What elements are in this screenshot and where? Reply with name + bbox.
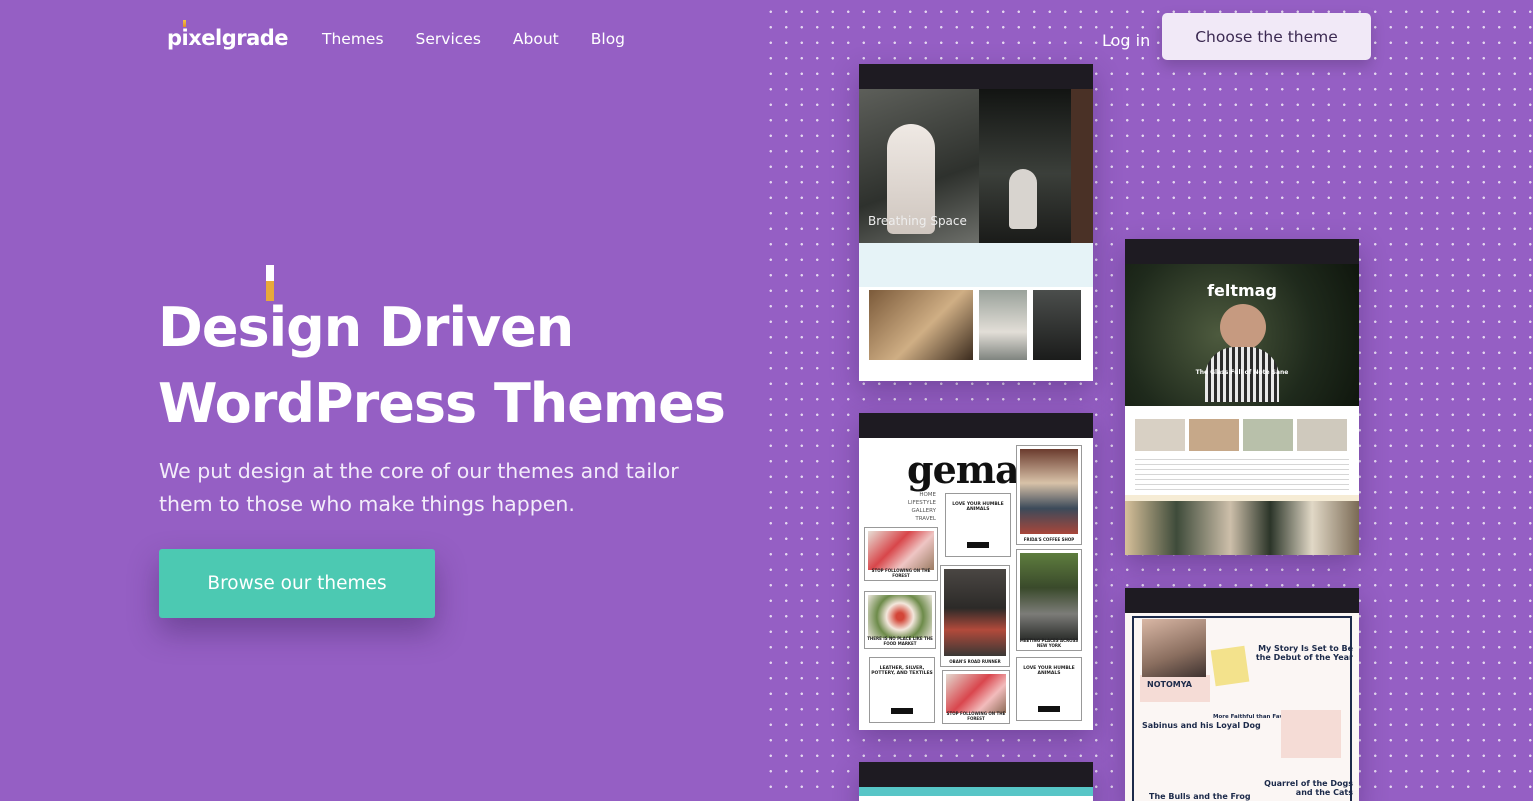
menu-item: GALLERY <box>911 508 936 514</box>
thumbnail <box>1135 419 1185 451</box>
preview-text-tile: LOVE YOUR HUMBLE ANIMALS <box>945 493 1011 557</box>
nav-about[interactable]: About <box>513 30 559 48</box>
menu-item: LIFESTYLE <box>907 500 936 506</box>
preview-title: Breathing Space <box>868 214 967 228</box>
tile-image <box>944 569 1006 656</box>
preview-figure <box>1009 169 1037 229</box>
preview-photo-strip <box>1125 501 1359 555</box>
preview-teal-band <box>859 787 1093 796</box>
cursor-accent-mark <box>266 265 274 301</box>
tile-label: MEETING PLACES ACROSS NEW YORK <box>1019 638 1079 648</box>
tile-image <box>1020 449 1078 534</box>
preview-signup-box <box>1281 710 1341 758</box>
thumbnail <box>1033 290 1081 360</box>
tile-label: FRIDA'S COFFEE SHOP <box>1023 537 1075 542</box>
preview-quote-band <box>859 243 1093 287</box>
preview-tile: OBAN'S ROAD RUNNER <box>940 565 1010 667</box>
preview-thumb-row <box>1135 419 1347 451</box>
tile-label: OBAN'S ROAD RUNNER <box>949 659 1001 664</box>
tile-image <box>868 595 932 638</box>
preview-tile: STOP FOLLOWING ON THE FOREST <box>942 670 1010 724</box>
browser-bar <box>859 413 1093 438</box>
hero-subtitle: We put design at the core of our themes … <box>159 459 679 516</box>
preview-tile: FRIDA'S COFFEE SHOP <box>1016 445 1082 545</box>
hero-title-line2: WordPress Themes <box>158 372 726 435</box>
theme-preview-partial[interactable] <box>859 762 1093 801</box>
preview-brand: feltmag <box>1207 281 1277 300</box>
tile-image <box>868 531 934 570</box>
text-tile-button <box>1038 706 1060 712</box>
preview-headline: My Story Is Set to Be the Debut of the Y… <box>1255 644 1353 662</box>
preview-menu: HOME LIFESTYLE GALLERY TRAVEL <box>904 491 936 523</box>
tile-image <box>946 674 1006 713</box>
theme-preview-notomya[interactable]: NOTOMYA My Story Is Set to Be the Debut … <box>1125 588 1359 801</box>
menu-item: TRAVEL <box>915 516 936 522</box>
login-link[interactable]: Log in <box>1102 31 1150 50</box>
logo-text: pixelgrade <box>167 26 289 50</box>
nav-themes[interactable]: Themes <box>322 30 384 48</box>
text-tile-button <box>891 708 913 714</box>
tile-label: THERE IS NO PLACE LIKE THE FOOD MARKET <box>867 636 933 646</box>
thumbnail <box>979 290 1027 360</box>
preview-brand: gema <box>907 447 1020 492</box>
menu-item: HOME <box>919 492 936 498</box>
text-tile-button <box>967 542 989 548</box>
text-tile-heading: LOVE YOUR HUMBLE ANIMALS <box>1023 666 1075 676</box>
preview-text-lines <box>1135 459 1349 493</box>
preview-photo <box>1071 89 1093 243</box>
preview-portrait <box>1142 619 1206 677</box>
preview-tile: THERE IS NO PLACE LIKE THE FOOD MARKET <box>864 591 936 649</box>
logo-accent-mark <box>183 20 186 27</box>
thumbnail <box>869 290 973 360</box>
browse-themes-button[interactable]: Browse our themes <box>159 549 435 618</box>
browser-bar <box>1125 239 1359 264</box>
theme-preview-breathing-space[interactable]: Breathing Space <box>859 64 1093 381</box>
preview-caption: The Glass Full of Note Sane <box>1195 369 1289 376</box>
hero-title: Design Driven WordPress Themes <box>158 265 726 442</box>
tile-image <box>1020 553 1078 640</box>
preview-brand: NOTOMYA <box>1147 680 1192 689</box>
tile-label: STOP FOLLOWING ON THE FOREST <box>946 711 1006 721</box>
choose-theme-button[interactable]: Choose the theme <box>1162 13 1371 60</box>
pixelgrade-logo[interactable]: pixelgrade <box>167 20 289 50</box>
browser-bar <box>859 64 1093 89</box>
preview-sticky-note <box>1210 645 1250 687</box>
preview-thumbnails <box>869 290 1081 360</box>
thumbnail <box>1243 419 1293 451</box>
thumbnail <box>1189 419 1239 451</box>
preview-headline: Quarrel of the Dogs and the Cats <box>1264 779 1353 797</box>
thumbnail <box>1297 419 1347 451</box>
nav-blog[interactable]: Blog <box>591 30 625 48</box>
preview-text-tile: LOVE YOUR HUMBLE ANIMALS <box>1016 657 1082 721</box>
preview-tile: STOP FOLLOWING ON THE FOREST <box>864 527 938 581</box>
text-tile-heading: LOVE YOUR HUMBLE ANIMALS <box>952 502 1004 512</box>
main-nav: Themes Services About Blog <box>322 30 625 48</box>
preview-headline: The Bulls and the Frog <box>1149 792 1251 801</box>
preview-text-tile: LEATHER, SILVER, POTTERY, AND TEXTILES <box>869 657 935 723</box>
preview-tile: MEETING PLACES ACROSS NEW YORK <box>1016 549 1082 651</box>
preview-portrait <box>1220 304 1266 350</box>
nav-services[interactable]: Services <box>416 30 481 48</box>
browser-bar <box>1125 588 1359 613</box>
preview-headline: Sabinus and his Loyal Dog <box>1142 721 1261 730</box>
theme-preview-gema[interactable]: gema HOME LIFESTYLE GALLERY TRAVEL FRIDA… <box>859 413 1093 730</box>
hero-title-line1: Design Driven <box>158 296 574 359</box>
tile-label: STOP FOLLOWING ON THE FOREST <box>871 568 931 578</box>
browser-bar <box>859 762 1093 787</box>
theme-preview-feltmag[interactable]: feltmag The Glass Full of Note Sane <box>1125 239 1359 555</box>
text-tile-heading: LEATHER, SILVER, POTTERY, AND TEXTILES <box>871 666 933 676</box>
